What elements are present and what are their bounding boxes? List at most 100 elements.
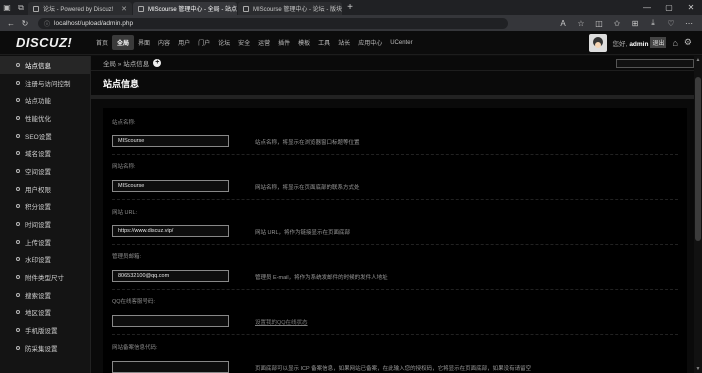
sidebar-item-performance[interactable]: 性能优化 [0, 109, 90, 127]
breadcrumb: 全局 » 站点信息 + [91, 56, 702, 71]
browser-tab-title: MIScourse 管理中心 - 全局 - 站点信息 [148, 7, 237, 13]
field-label: 站点名称: [112, 120, 136, 126]
nav-users[interactable]: 用户 [174, 38, 194, 47]
circle-icon [16, 133, 20, 138]
close-tab-icon[interactable]: ✕ [121, 5, 127, 13]
nav-webmaster[interactable]: 站长 [334, 38, 354, 47]
url-text: localhost/upload/admin.php [54, 19, 134, 27]
sidebar-item-domain[interactable]: 域名设置 [0, 144, 90, 162]
add-shortcut-icon[interactable]: + [153, 59, 162, 67]
new-tab-button[interactable]: + [343, 2, 357, 13]
nav-operations[interactable]: 运营 [254, 38, 274, 47]
qq-status-link[interactable]: 设置我的QQ在线状态 [255, 318, 308, 326]
sidebar-item-credits[interactable]: 积分设置 [0, 198, 90, 216]
sidebar-item-registration[interactable]: 注册与访问控制 [0, 74, 90, 92]
greeting: 您好, admin [612, 40, 649, 48]
admin-email-input[interactable]: 806532100@qq.com [112, 270, 229, 282]
qq-service-input[interactable] [112, 315, 229, 327]
logout-button[interactable]: 退出 [650, 37, 667, 48]
home-icon[interactable]: ⌂ [672, 38, 677, 48]
field-label: QQ在线客服号码: [112, 299, 156, 305]
sidebar-item-site-info[interactable]: 站点信息 [0, 56, 90, 74]
nav-plugins[interactable]: 插件 [274, 38, 294, 47]
avatar[interactable] [588, 33, 607, 52]
favorites-icon[interactable]: ✩ [608, 19, 626, 28]
circle-icon [16, 222, 20, 227]
sidebar-item-permissions[interactable]: 用户权限 [0, 180, 90, 198]
nav-global[interactable]: 全局 [112, 35, 135, 50]
browser-toolbar: A ☆ ◫ ✩ ⊞ ⤓ ♡ ⋯ [554, 18, 702, 28]
field-description: 网站 URL，将作为链接显示在页面底部 [255, 230, 351, 236]
collections-icon[interactable]: ⊞ [626, 19, 644, 28]
sidebar-item-time[interactable]: 时间设置 [0, 215, 90, 233]
back-icon[interactable]: ← [4, 19, 18, 28]
browser-tab-title: 论坛 - Powered by Discuz! [43, 7, 114, 13]
browser-tab-forum[interactable]: 论坛 - Powered by Discuz! ✕ [28, 2, 132, 15]
circle-icon [16, 239, 20, 244]
workspace-icon[interactable]: ▣ [0, 0, 14, 15]
scroll-up-icon[interactable]: ▲ [695, 57, 701, 63]
scroll-down-icon[interactable]: ▼ [695, 366, 701, 372]
browser-tab-admin-forum[interactable]: MIScourse 管理中心 - 论坛 - 版块管理 ✕ [238, 2, 342, 15]
website-name-input[interactable]: MIScourse [112, 180, 229, 192]
website-url-input[interactable]: https://www.discuz.vip/ [112, 225, 229, 237]
username: admin [629, 40, 649, 48]
sidebar-item-mobile[interactable]: 手机版设置 [0, 321, 90, 339]
sidebar-item-anti-scrape[interactable]: 防采集设置 [0, 339, 90, 357]
info-icon: ⓘ [44, 21, 51, 28]
refresh-icon[interactable]: ↻ [18, 19, 32, 28]
close-window-icon[interactable]: ✕ [680, 3, 702, 12]
admin-search-input[interactable] [616, 59, 694, 68]
circle-icon [16, 62, 20, 67]
circle-icon [16, 328, 20, 333]
circle-icon [16, 168, 20, 173]
tab-actions-icon[interactable]: ⧉ [14, 0, 28, 15]
gear-icon[interactable]: ⚙ [684, 37, 692, 48]
favorite-star-icon[interactable]: ☆ [572, 19, 590, 28]
field-description: 网站名称，将显示在页面底部的联系方式处 [255, 185, 360, 191]
nav-home[interactable]: 首页 [92, 38, 112, 47]
sidebar-item-seo[interactable]: SEO设置 [0, 127, 90, 145]
sidebar-item-space[interactable]: 空间设置 [0, 162, 90, 180]
field-description: 页面底部可以显示 ICP 备案信息，如果网站已备案，在此输入您的授权码，它将显示… [255, 366, 532, 372]
circle-icon [16, 204, 20, 209]
download-icon[interactable]: ⤓ [644, 18, 662, 28]
field-description: 站点名称，将显示在浏览器窗口标题等位置 [255, 140, 360, 146]
field-label: 网站 URL: [112, 210, 138, 216]
sidebar-item-watermark[interactable]: 水印设置 [0, 251, 90, 269]
divider [112, 154, 678, 155]
extensions-icon[interactable]: ♡ [662, 19, 680, 28]
nav-security[interactable]: 安全 [234, 38, 254, 47]
maximize-icon[interactable]: ▢ [658, 3, 680, 12]
field-description: 管理员 E-mail，将作为系统发邮件的时候的发件人地址 [255, 275, 388, 281]
url-field[interactable]: ⓘ localhost/upload/admin.php [38, 17, 508, 29]
divider [112, 289, 678, 290]
nav-content[interactable]: 内容 [154, 38, 174, 47]
circle-icon [16, 257, 20, 262]
sidebar-item-attachment-types[interactable]: 附件类型尺寸 [0, 268, 90, 286]
nav-forum[interactable]: 论坛 [214, 38, 234, 47]
nav-ucenter[interactable]: UCenter [386, 40, 416, 46]
minimize-icon[interactable]: — [636, 3, 658, 12]
split-screen-icon[interactable]: ◫ [590, 19, 608, 28]
sidebar-item-upload[interactable]: 上传设置 [0, 233, 90, 251]
admin-header: DISCUZ! 首页 全局 界面 内容 用户 门户 论坛 安全 运营 插件 模板… [0, 31, 702, 55]
scrollbar-thumb[interactable] [695, 77, 701, 241]
sidebar-item-site-features[interactable]: 站点功能 [0, 91, 90, 109]
nav-portal[interactable]: 门户 [194, 38, 214, 47]
sidebar-item-search[interactable]: 搜索设置 [0, 286, 90, 304]
page-icon [138, 5, 144, 12]
nav-tools[interactable]: 工具 [314, 38, 334, 47]
main-content: 全局 » 站点信息 + 站点信息 站点名称: MIScourse 站点名称，将显… [91, 56, 702, 373]
discuz-logo[interactable]: DISCUZ! [0, 35, 92, 50]
nav-app-center[interactable]: 应用中心 [354, 38, 386, 47]
icp-input[interactable] [112, 361, 229, 373]
nav-interface[interactable]: 界面 [134, 38, 154, 47]
site-name-input[interactable]: MIScourse [112, 135, 229, 147]
read-aloud-icon[interactable]: A [554, 19, 572, 28]
sidebar-item-region[interactable]: 地区设置 [0, 304, 90, 322]
browser-tab-title: MIScourse 管理中心 - 论坛 - 版块管理 [253, 7, 342, 13]
more-icon[interactable]: ⋯ [680, 19, 698, 28]
browser-tab-admin-site-info[interactable]: MIScourse 管理中心 - 全局 - 站点信息 ✕ [133, 2, 237, 15]
nav-templates[interactable]: 模板 [294, 38, 314, 47]
